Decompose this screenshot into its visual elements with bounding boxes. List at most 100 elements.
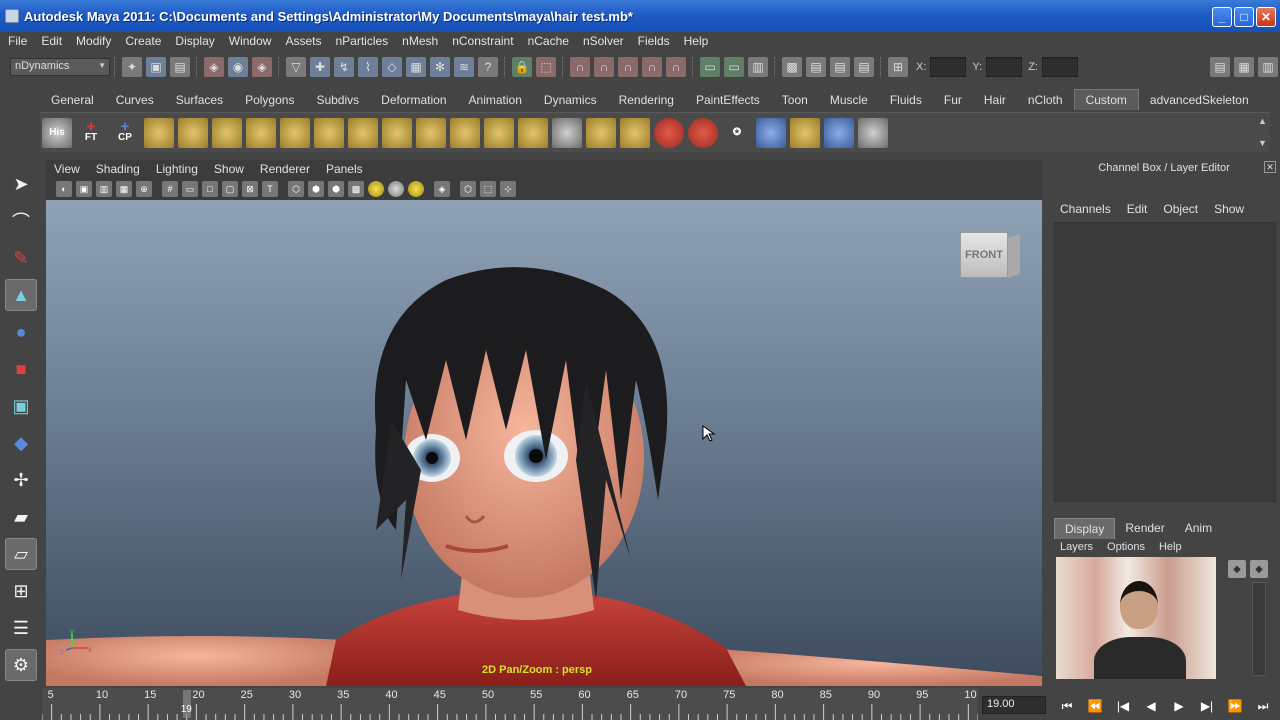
channel-box-close-icon[interactable]: ✕ xyxy=(1264,161,1276,173)
shelf-tab-subdivs[interactable]: Subdivs xyxy=(305,90,370,110)
layer-tab-display[interactable]: Display xyxy=(1054,518,1116,539)
channel-box-toggle-icon[interactable]: ▥ xyxy=(1258,57,1278,77)
viewport-menu-shading[interactable]: Shading xyxy=(96,162,140,176)
shelf-tab-deformation[interactable]: Deformation xyxy=(370,90,457,110)
close-button[interactable]: ✕ xyxy=(1256,7,1276,27)
delete-hair-icon-2[interactable] xyxy=(688,117,718,148)
paint-select-tool-icon[interactable]: ✎ xyxy=(5,242,37,274)
hair-tool-icon-1[interactable] xyxy=(144,117,174,148)
hair-tool-icon-9[interactable] xyxy=(416,117,446,148)
viewport-menu-show[interactable]: Show xyxy=(214,162,244,176)
menu-display[interactable]: Display xyxy=(175,34,214,48)
single-perspective-layout-icon[interactable]: ▱ xyxy=(5,538,37,570)
layer-menu-options[interactable]: Options xyxy=(1107,541,1145,553)
hair-curve-icon[interactable] xyxy=(552,117,582,148)
viewcube-front-label[interactable]: FRONT xyxy=(960,232,1008,278)
layer-tab-render[interactable]: Render xyxy=(1115,518,1174,539)
xray-joints-icon[interactable]: ⬚ xyxy=(480,181,496,197)
center-pivot-icon[interactable]: ✛ CP xyxy=(110,118,140,148)
channel-list[interactable] xyxy=(1054,222,1276,502)
magnet-point-icon[interactable]: ∩ xyxy=(618,57,638,77)
safe-action-icon[interactable]: T xyxy=(262,181,278,197)
viewport-menu-view[interactable]: View xyxy=(54,162,80,176)
menu-nconstraint[interactable]: nConstraint xyxy=(452,34,513,48)
use-all-lights-icon[interactable] xyxy=(368,181,384,197)
step-forward-frame-icon[interactable]: ▶| xyxy=(1196,698,1218,714)
camera-attributes-icon[interactable]: ▣ xyxy=(76,181,92,197)
shelf-tab-animation[interactable]: Animation xyxy=(458,90,533,110)
shelf-tab-polygons[interactable]: Polygons xyxy=(234,90,305,110)
menu-create[interactable]: Create xyxy=(125,34,161,48)
viewport-menu-renderer[interactable]: Renderer xyxy=(260,162,310,176)
layer-menu-layers[interactable]: Layers xyxy=(1060,541,1093,553)
magnet-curve-icon[interactable]: ∩ xyxy=(594,57,614,77)
attribute-editor-icon[interactable]: ▤ xyxy=(1210,57,1230,77)
shelf-tab-fluids[interactable]: Fluids xyxy=(879,90,933,110)
hair-tool-icon-14[interactable] xyxy=(620,117,650,148)
image-plane-icon[interactable]: ▦ xyxy=(116,181,132,197)
shelf-tab-ncloth[interactable]: nCloth xyxy=(1017,90,1074,110)
perspective-viewport[interactable]: FRONT y z x 2D Pan/Zoom : persp xyxy=(46,200,1042,686)
shadows-icon[interactable] xyxy=(388,181,404,197)
gate-mask-icon[interactable]: ▢ xyxy=(222,181,238,197)
show-manipulator-icon[interactable]: ✢ xyxy=(5,464,37,496)
maximize-button[interactable]: □ xyxy=(1234,7,1254,27)
new-layer-selected-icon[interactable]: ◆ xyxy=(1228,560,1246,578)
isolate-select-icon[interactable]: ◈ xyxy=(434,181,450,197)
channel-box-menu-object[interactable]: Object xyxy=(1163,202,1198,220)
help-question-icon[interactable]: ? xyxy=(478,57,498,77)
settings-layout-icon[interactable]: ⚙ xyxy=(5,649,37,681)
wireframe-icon[interactable]: ⬡ xyxy=(288,181,304,197)
backface-culling-icon[interactable]: ⊹ xyxy=(500,181,516,197)
shelf-scroll-down-icon[interactable]: ▼ xyxy=(1258,138,1272,148)
scale-tool-icon[interactable]: ■ xyxy=(5,353,37,385)
hypershade-icon[interactable]: ▩ xyxy=(782,57,802,77)
layer-list-scrollbar[interactable] xyxy=(1252,582,1266,676)
delete-hair-icon-1[interactable] xyxy=(654,117,684,148)
viewport-menu-lighting[interactable]: Lighting xyxy=(156,162,198,176)
four-view-layout-icon[interactable]: ⊞ xyxy=(5,575,37,607)
hair-tool-icon-4[interactable] xyxy=(246,117,276,148)
shelf-tab-toon[interactable]: Toon xyxy=(771,90,819,110)
shelf-scroll[interactable]: ▲ ▼ xyxy=(1258,116,1272,148)
shelf-tab-advancedskeleton[interactable]: advancedSkeleton xyxy=(1139,90,1260,110)
shelf-tab-dynamics[interactable]: Dynamics xyxy=(533,90,608,110)
field-chart-icon[interactable]: ⊠ xyxy=(242,181,258,197)
step-back-frame-icon[interactable]: |◀ xyxy=(1112,698,1134,714)
bookmarks-icon[interactable]: ▥ xyxy=(96,181,112,197)
hair-tool-icon-13[interactable] xyxy=(586,117,616,148)
channel-box-menu-edit[interactable]: Edit xyxy=(1127,202,1148,220)
clapper-icon[interactable]: ▤ xyxy=(806,57,826,77)
select-component-icon[interactable]: ◈ xyxy=(252,57,272,77)
resolution-gate-icon[interactable]: □ xyxy=(202,181,218,197)
make-live-icon[interactable]: ▦ xyxy=(406,57,426,77)
rotate-tool-icon[interactable]: ● xyxy=(5,316,37,348)
selection-mask-icon[interactable]: ▽ xyxy=(286,57,306,77)
clapper-three-icon[interactable]: ▤ xyxy=(854,57,874,77)
construction-icon[interactable]: ≋ xyxy=(454,57,474,77)
channel-box-menu-show[interactable]: Show xyxy=(1214,202,1244,220)
universal-manipulator-icon[interactable]: ▣ xyxy=(5,390,37,422)
go-to-start-icon[interactable]: ⏮ xyxy=(1056,698,1078,714)
shelf-tab-painteffects[interactable]: PaintEffects xyxy=(685,90,771,110)
menu-edit[interactable]: Edit xyxy=(41,34,62,48)
new-layer-icon[interactable]: ◆ xyxy=(1250,560,1268,578)
go-to-end-icon[interactable]: ⏭ xyxy=(1252,698,1274,714)
menu-window[interactable]: Window xyxy=(229,34,272,48)
menu-nsolver[interactable]: nSolver xyxy=(583,34,624,48)
magnet-icon[interactable]: ∩ xyxy=(570,57,590,77)
lasso-tool-icon[interactable]: ⌒ xyxy=(5,205,37,237)
channel-box-menu-channels[interactable]: Channels xyxy=(1060,202,1111,220)
menu-file[interactable]: File xyxy=(8,34,27,48)
select-hierarchy-icon[interactable]: ◈ xyxy=(204,57,224,77)
menu-nmesh[interactable]: nMesh xyxy=(402,34,438,48)
menu-assets[interactable]: Assets xyxy=(285,34,321,48)
outliner-layout-icon[interactable]: ☰ xyxy=(5,612,37,644)
shelf-scroll-up-icon[interactable]: ▲ xyxy=(1258,116,1272,126)
magnet-plane-icon[interactable]: ∩ xyxy=(642,57,662,77)
menu-nparticles[interactable]: nParticles xyxy=(335,34,388,48)
snap-grid-icon[interactable]: ✚ xyxy=(310,57,330,77)
x-field[interactable] xyxy=(930,57,967,77)
hair-tool-icon-6[interactable] xyxy=(314,117,344,148)
shelf-tab-muscle[interactable]: Muscle xyxy=(819,90,879,110)
